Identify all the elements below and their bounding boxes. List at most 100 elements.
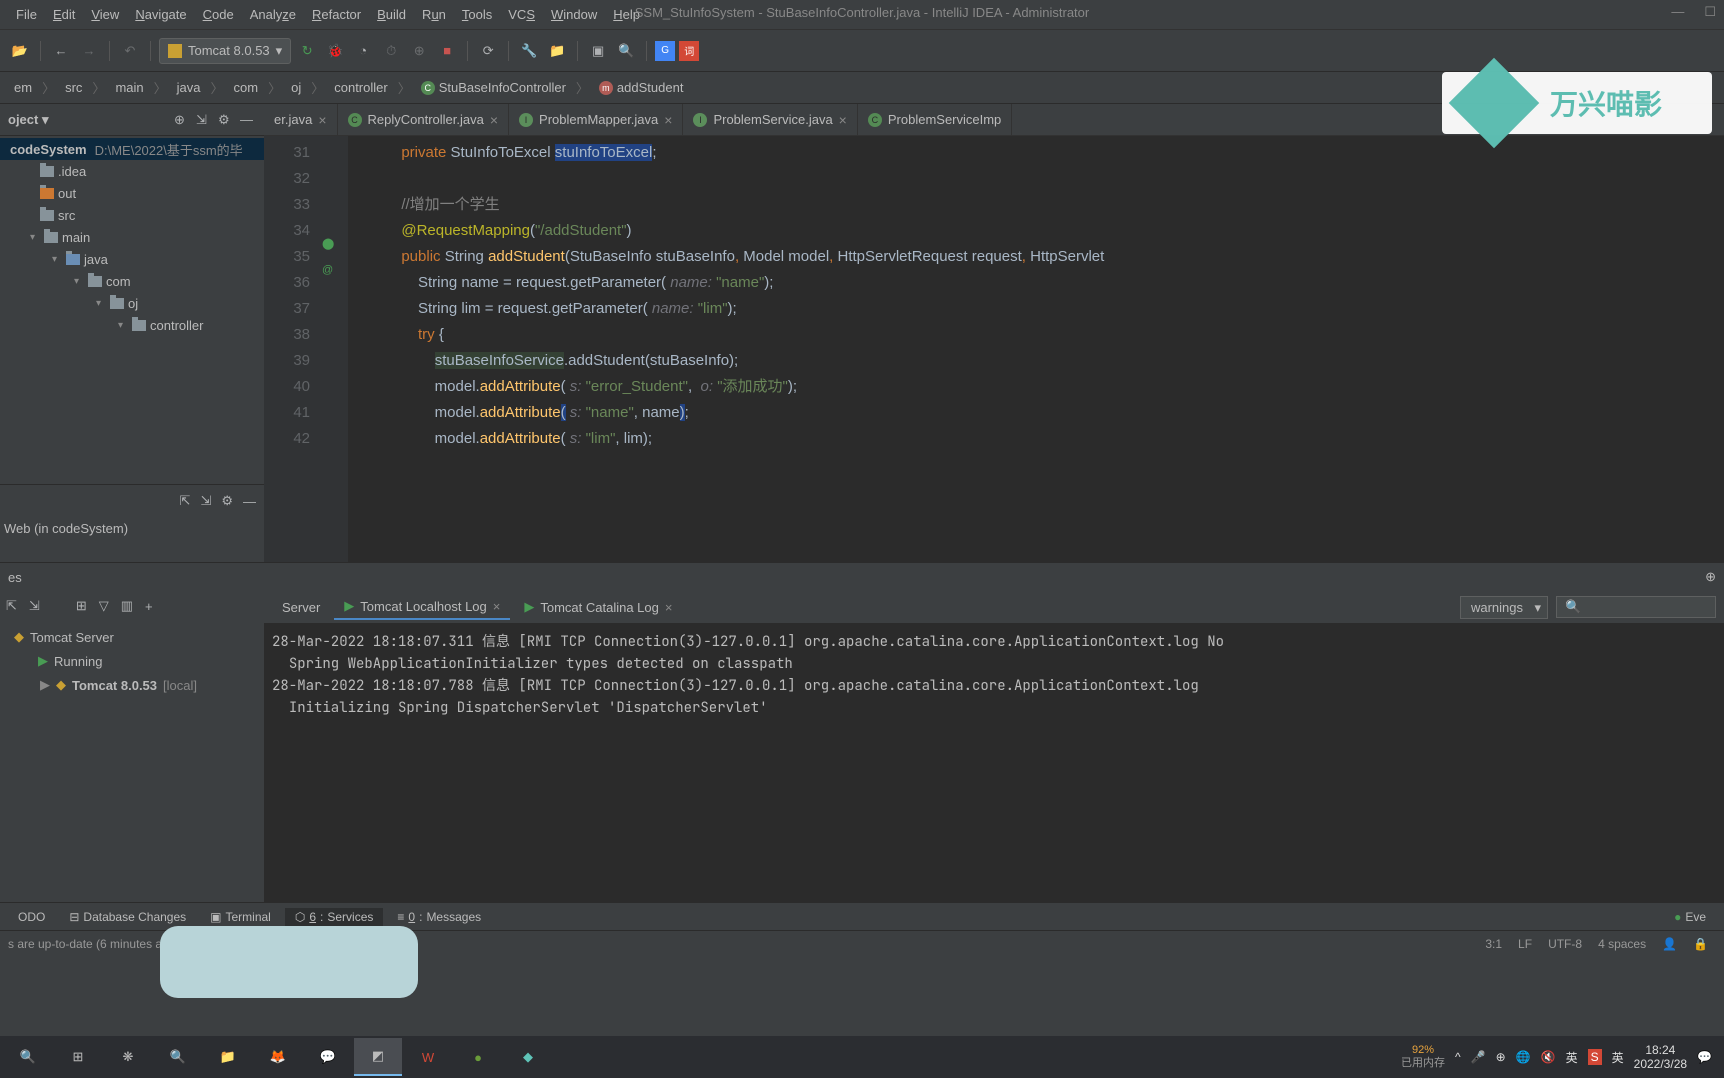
tree-item[interactable]: ▾java xyxy=(0,248,264,270)
close-icon[interactable]: × xyxy=(493,599,501,614)
crumb-8[interactable]: m addStudent xyxy=(593,78,690,97)
ime-indicator[interactable]: S xyxy=(1588,1049,1602,1065)
tree-item[interactable]: .idea xyxy=(0,160,264,182)
expand-all-icon[interactable]: ⇱ xyxy=(180,493,191,509)
run-config-selector[interactable]: Tomcat 8.0.53 ▾ xyxy=(159,38,291,64)
wps-icon[interactable]: W xyxy=(404,1038,452,1076)
todo-tab[interactable]: ODO xyxy=(8,908,55,926)
tray-up-icon[interactable]: ^ xyxy=(1455,1050,1461,1064)
crumb-5[interactable]: oj xyxy=(285,78,307,97)
log-search-input[interactable]: 🔍 xyxy=(1556,596,1716,618)
undo-button[interactable]: ↶ xyxy=(118,39,142,63)
close-icon[interactable]: × xyxy=(490,112,498,128)
log-level-selector[interactable]: warnings▾ xyxy=(1460,596,1548,619)
line-ending[interactable]: LF xyxy=(1510,937,1540,951)
tree-item[interactable]: ▾com xyxy=(0,270,264,292)
collapse-all-icon[interactable]: ⇲ xyxy=(200,493,211,509)
locate-icon[interactable]: ⊕ xyxy=(174,112,190,128)
task-view[interactable]: ⊞ xyxy=(54,1038,102,1076)
ime-indicator[interactable]: 英 xyxy=(1566,1049,1578,1066)
project-tree[interactable]: codeSystem D:\ME\2022\基于ssm的毕 .idea out … xyxy=(0,136,264,484)
attach-button[interactable]: ⊕ xyxy=(407,39,431,63)
app-icon[interactable]: 🔍 xyxy=(154,1038,202,1076)
menu-view[interactable]: View xyxy=(83,3,127,26)
menu-analyze[interactable]: Analyze xyxy=(242,3,304,26)
inspection-icon[interactable]: 👤 xyxy=(1654,937,1685,951)
gear-icon[interactable]: ⚙ xyxy=(221,493,233,509)
services-tab[interactable]: ⬡ 6: Services xyxy=(285,908,384,926)
debug-button[interactable]: 🐞 xyxy=(323,39,347,63)
wechat-icon[interactable]: 💬 xyxy=(304,1038,352,1076)
crumb-0[interactable]: em xyxy=(8,78,38,97)
volume-icon[interactable]: 🔇 xyxy=(1541,1050,1556,1064)
coverage-button[interactable]: ◔ xyxy=(351,39,375,63)
code-editor[interactable]: 313233343536373839404142 ⬤ @ private Stu… xyxy=(264,136,1724,562)
expand-icon[interactable]: ⇱ xyxy=(6,598,17,614)
gear-icon[interactable]: ⊕ xyxy=(1705,569,1716,585)
database-tab[interactable]: ⊟ Database Changes xyxy=(59,908,196,926)
profile-button[interactable]: ⏱ xyxy=(379,39,403,63)
menu-window[interactable]: Window xyxy=(543,3,605,26)
translate-icon[interactable]: G xyxy=(655,41,675,61)
forward-button[interactable]: → xyxy=(77,39,101,63)
cursor-position[interactable]: 3:1 xyxy=(1477,937,1510,951)
close-icon[interactable]: × xyxy=(665,600,673,615)
menu-build[interactable]: Build xyxy=(369,3,414,26)
ime-indicator[interactable]: 英 xyxy=(1612,1049,1624,1066)
group-icon[interactable]: ⊞ xyxy=(76,598,87,614)
collapse-icon[interactable]: ⇲ xyxy=(29,598,40,614)
network-icon[interactable]: 🌐 xyxy=(1516,1050,1531,1064)
tree-item[interactable]: src xyxy=(0,204,264,226)
menu-code[interactable]: Code xyxy=(195,3,242,26)
collapse-icon[interactable]: ⇲ xyxy=(196,112,212,128)
editor-tab[interactable]: CProblemServiceImp xyxy=(858,104,1012,135)
tray-icon[interactable]: ⊕ xyxy=(1496,1050,1506,1064)
server-tab[interactable]: Server xyxy=(272,596,330,619)
stop-button[interactable]: ■ xyxy=(435,39,459,63)
close-icon[interactable]: × xyxy=(318,112,326,128)
menu-file[interactable]: File xyxy=(8,3,45,26)
terminal-tab[interactable]: ▣ Terminal xyxy=(200,908,281,926)
menu-tools[interactable]: Tools xyxy=(454,3,500,26)
tree-item[interactable]: ▾main xyxy=(0,226,264,248)
minimize-button[interactable]: — xyxy=(1671,4,1684,20)
hide-icon[interactable]: — xyxy=(243,494,256,509)
menu-refactor[interactable]: Refactor xyxy=(304,3,369,26)
back-button[interactable]: ← xyxy=(49,39,73,63)
settings-button[interactable]: 🔧 xyxy=(517,39,541,63)
crumb-4[interactable]: com xyxy=(228,78,265,97)
tomcat-instance-node[interactable]: ▶ ◆ Tomcat 8.0.53 [local] xyxy=(4,673,260,697)
run-button[interactable]: ↻ xyxy=(295,39,319,63)
intellij-icon[interactable]: ◩ xyxy=(354,1038,402,1076)
app-icon[interactable]: ● xyxy=(454,1038,502,1076)
explorer-icon[interactable]: 📁 xyxy=(204,1038,252,1076)
start-button[interactable]: 🔍 xyxy=(4,1038,52,1076)
app-icon[interactable]: ❋ xyxy=(104,1038,152,1076)
menu-vcs[interactable]: VCS xyxy=(500,3,543,26)
project-view-selector[interactable]: oject ▾ xyxy=(8,112,48,128)
crumb-6[interactable]: controller xyxy=(328,78,393,97)
tomcat-server-node[interactable]: ◆ Tomcat Server xyxy=(4,625,260,649)
firefox-icon[interactable]: 🦊 xyxy=(254,1038,302,1076)
mic-icon[interactable]: 🎤 xyxy=(1471,1050,1486,1064)
add-icon[interactable]: + xyxy=(145,599,153,614)
editor-tab[interactable]: IProblemMapper.java× xyxy=(509,104,683,135)
crumb-2[interactable]: main xyxy=(109,78,149,97)
messages-tab[interactable]: ≡ 0: Messages xyxy=(387,908,491,926)
menu-edit[interactable]: Edit xyxy=(45,3,83,26)
tree-item[interactable]: ▾controller xyxy=(0,314,264,336)
layout-icon[interactable]: ▥ xyxy=(121,598,133,614)
catalina-log-tab[interactable]: ▶Tomcat Catalina Log× xyxy=(514,595,682,619)
maximize-button[interactable]: ☐ xyxy=(1704,4,1716,20)
editor-tab[interactable]: er.java× xyxy=(264,104,338,135)
dict-icon[interactable]: 词 xyxy=(679,41,699,61)
memory-badge[interactable]: 92% 已用内存 xyxy=(1401,1044,1445,1070)
editor-tab[interactable]: CReplyController.java× xyxy=(338,104,510,135)
layout-button[interactable]: ▣ xyxy=(586,39,610,63)
indent[interactable]: 4 spaces xyxy=(1590,937,1654,951)
close-icon[interactable]: × xyxy=(839,112,847,128)
menu-navigate[interactable]: Navigate xyxy=(127,3,194,26)
localhost-log-tab[interactable]: ▶Tomcat Localhost Log× xyxy=(334,594,510,620)
filmora-icon[interactable]: ◆ xyxy=(504,1038,552,1076)
notification-icon[interactable]: 💬 xyxy=(1697,1050,1712,1064)
